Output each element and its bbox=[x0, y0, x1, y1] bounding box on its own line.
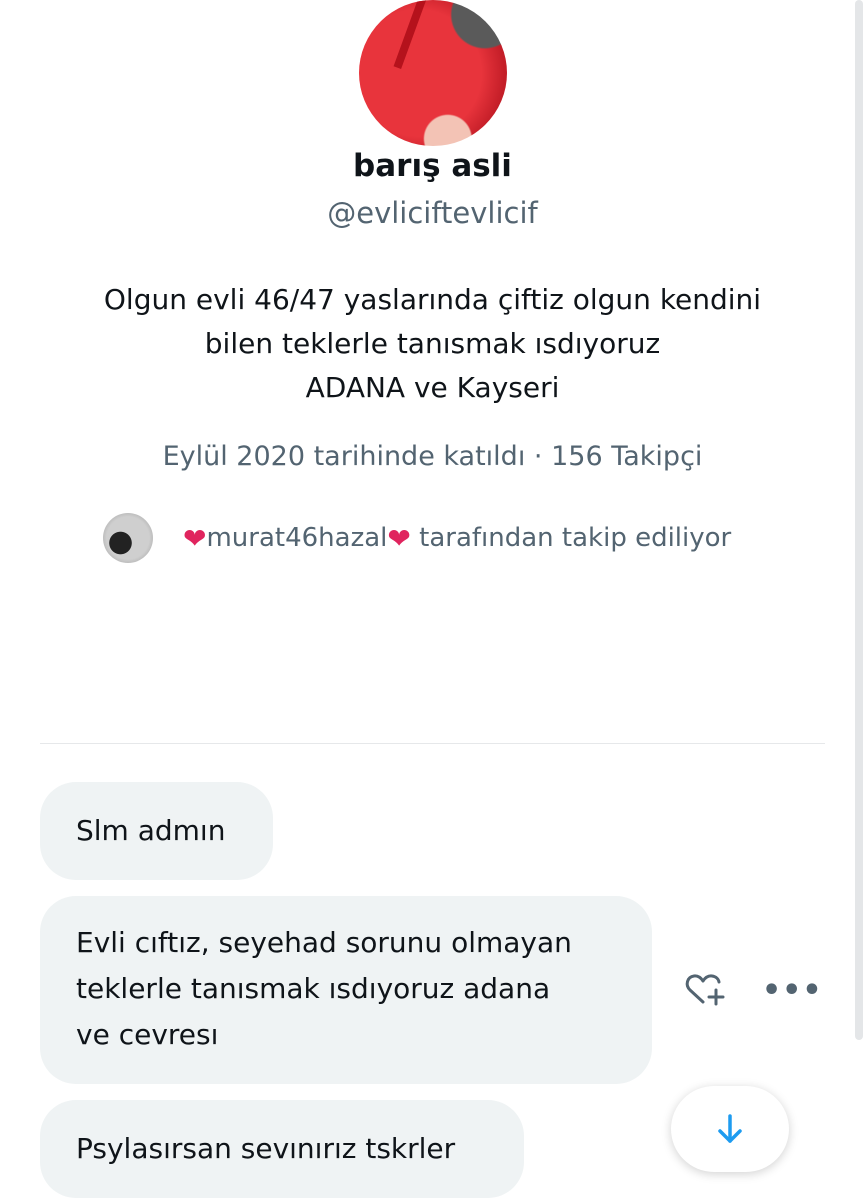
scroll-down-button[interactable] bbox=[671, 1086, 789, 1172]
followed-by[interactable]: ❤ murat46hazal ❤ tarafından takip ediliy… bbox=[103, 510, 731, 566]
meta-separator: · bbox=[533, 441, 543, 472]
heart-icon: ❤ bbox=[183, 521, 207, 555]
heart-icon: ❤ bbox=[387, 521, 411, 555]
bio-line: bilen teklerle tanısmak ısdıyoruz bbox=[204, 327, 661, 360]
heart-plus-icon[interactable] bbox=[684, 972, 726, 1008]
followed-by-suffix: tarafından takip ediliyor bbox=[410, 523, 732, 553]
joined-date: Eylül 2020 tarihinde katıldı bbox=[162, 441, 526, 472]
bio-line: ADANA ve Kayseri bbox=[305, 371, 560, 404]
message-text: teklerle tanısmak ısdıyoruz adana bbox=[76, 972, 551, 1005]
message-bubble[interactable]: Evli cıftız, seyehad sorunu olmayan tekl… bbox=[40, 896, 652, 1084]
message-text: Slm admın bbox=[76, 814, 226, 847]
profile-bio: Olgun evli 46/47 yaslarında çiftiz olgun… bbox=[40, 278, 825, 410]
message-bubble[interactable]: Slm admın bbox=[40, 782, 273, 880]
divider bbox=[40, 743, 825, 744]
follower-name: murat46hazal bbox=[206, 523, 388, 553]
follower-avatar bbox=[103, 513, 153, 563]
profile-meta: Eylül 2020 tarihinde katıldı · 156 Takip… bbox=[0, 441, 865, 472]
message-text: Psylasırsan sevınırız tskrler bbox=[76, 1132, 456, 1165]
message-text: ve cevresı bbox=[76, 1018, 219, 1051]
message-bubble[interactable]: Psylasırsan sevınırız tskrler bbox=[40, 1100, 524, 1198]
followers-count[interactable]: 156 Takipçi bbox=[551, 441, 702, 472]
user-handle: @evliciftevlicif bbox=[327, 196, 538, 230]
message-text: Evli cıftız, seyehad sorunu olmayan bbox=[76, 926, 572, 959]
display-name: barış asli bbox=[353, 148, 512, 184]
more-icon[interactable]: ••• bbox=[762, 973, 823, 1008]
profile-avatar[interactable] bbox=[359, 0, 507, 146]
bio-line: Olgun evli 46/47 yaslarında çiftiz olgun… bbox=[103, 283, 762, 316]
arrow-down-icon bbox=[718, 1114, 742, 1143]
